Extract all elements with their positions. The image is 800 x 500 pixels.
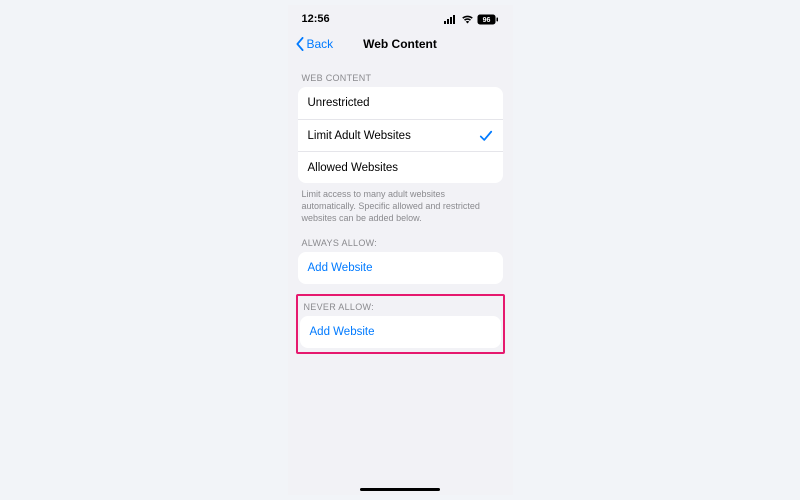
status-indicators: 96	[444, 14, 499, 25]
wifi-icon	[461, 14, 474, 24]
chevron-left-icon	[294, 37, 306, 51]
battery-icon: 96	[477, 14, 499, 25]
option-label: Allowed Websites	[308, 162, 399, 174]
add-website-label: Add Website	[308, 262, 373, 274]
section-header-always-allow: ALWAYS ALLOW:	[298, 224, 503, 252]
always-allow-group: Add Website	[298, 252, 503, 284]
status-time: 12:56	[302, 13, 330, 25]
never-allow-group: Add Website	[300, 316, 501, 348]
add-website-never[interactable]: Add Website	[300, 316, 501, 348]
back-label: Back	[307, 37, 334, 51]
back-button[interactable]: Back	[294, 37, 334, 51]
option-label: Limit Adult Websites	[308, 130, 411, 142]
option-unrestricted[interactable]: Unrestricted	[298, 87, 503, 119]
settings-content: WEB CONTENT Unrestricted Limit Adult Web…	[288, 59, 513, 354]
add-website-always[interactable]: Add Website	[298, 252, 503, 284]
nav-bar: Back Web Content	[288, 29, 513, 59]
option-allowed-websites[interactable]: Allowed Websites	[298, 151, 503, 183]
signal-icon	[444, 14, 458, 24]
phone-screen: 12:56 96 Back Web Content WEB CONTENT Un…	[288, 5, 513, 495]
option-label: Unrestricted	[308, 97, 370, 109]
web-content-group: Unrestricted Limit Adult Websites Allowe…	[298, 87, 503, 183]
checkmark-icon	[479, 129, 493, 143]
svg-text:96: 96	[482, 17, 490, 24]
highlight-never-allow: NEVER ALLOW: Add Website	[296, 294, 505, 354]
home-indicator[interactable]	[360, 488, 440, 491]
section-header-never-allow: NEVER ALLOW:	[300, 296, 501, 316]
section-header-web-content: WEB CONTENT	[298, 59, 503, 87]
status-bar: 12:56 96	[288, 5, 513, 29]
option-limit-adult[interactable]: Limit Adult Websites	[298, 119, 503, 151]
add-website-label: Add Website	[310, 326, 375, 338]
web-content-footer: Limit access to many adult websites auto…	[298, 183, 503, 224]
